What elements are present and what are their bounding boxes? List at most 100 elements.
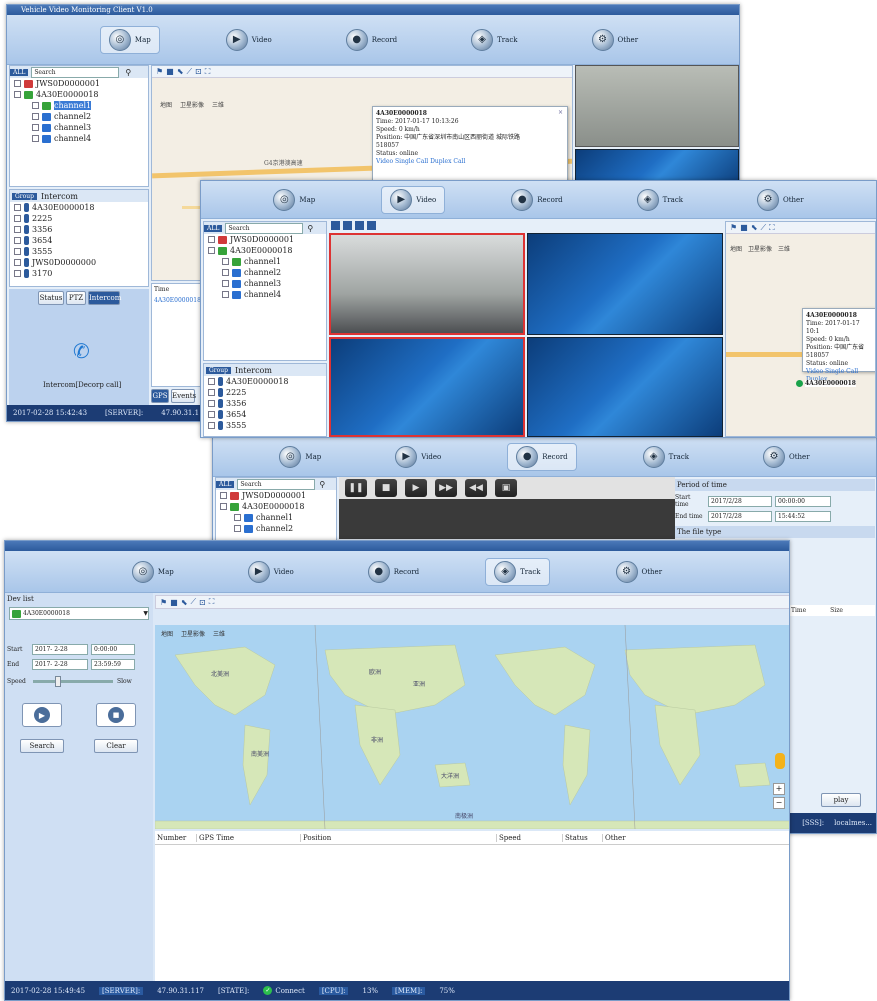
nav-record-button[interactable]: ● Record — [360, 558, 427, 586]
nav-map-button[interactable]: ◎ Map — [271, 443, 329, 471]
pause-icon[interactable]: ❚❚ — [345, 479, 367, 497]
draw-line-icon[interactable]: ⟋ — [190, 597, 196, 607]
map-type-tab[interactable]: 卫星影像 — [748, 244, 772, 253]
events-tab[interactable]: Events — [171, 389, 196, 403]
nav-track-button[interactable]: ◈ Track — [485, 557, 550, 586]
nav-other-button[interactable]: ⚙ Other — [755, 443, 818, 471]
nav-track-button[interactable]: ◈ Track — [629, 186, 691, 214]
nav-video-button[interactable]: ▶ Video — [381, 185, 446, 214]
tree-item[interactable]: channel4 — [10, 133, 148, 144]
list-item[interactable]: 3555 — [10, 246, 148, 257]
group-tab[interactable]: Group — [12, 192, 37, 200]
nav-other-button[interactable]: ⚙ Other — [749, 186, 812, 214]
video-cell[interactable] — [329, 233, 525, 335]
stop-icon[interactable]: ■ — [166, 67, 174, 76]
fullscreen-icon[interactable]: ⛶ — [769, 223, 775, 233]
tree-item[interactable]: channel1 — [216, 512, 336, 523]
search-icon[interactable]: ⚲ — [307, 224, 313, 233]
play-button[interactable]: play — [821, 793, 861, 807]
zoom-out-icon[interactable]: − — [773, 797, 785, 809]
all-tab[interactable]: ALL — [204, 224, 223, 232]
nav-record-button[interactable]: ● Record — [338, 26, 405, 54]
search-icon[interactable]: ⚲ — [125, 68, 131, 77]
start-time-field[interactable]: 0:00:00 — [91, 644, 135, 655]
play-icon[interactable]: ▶ — [405, 479, 427, 497]
layout-1-icon[interactable] — [331, 221, 340, 230]
start-date-field[interactable]: 2017- 2-28 — [32, 644, 88, 655]
flag-icon[interactable]: ⚑ — [156, 67, 163, 76]
cursor-icon[interactable]: ⬉ — [751, 223, 758, 232]
search-icon[interactable]: ⚲ — [319, 480, 325, 489]
clear-button[interactable]: Clear — [94, 739, 138, 753]
device-select[interactable]: 4A30E0000018 — [23, 610, 141, 617]
all-tab[interactable]: ALL — [10, 68, 29, 76]
list-item[interactable]: 4A30E0000018 — [204, 376, 326, 387]
stop-icon[interactable]: ■ — [170, 598, 178, 607]
flag-icon[interactable]: ⚑ — [160, 598, 167, 607]
end-date-field[interactable]: 2017/2/28 — [708, 511, 772, 522]
measure-icon[interactable]: ⊡ — [195, 67, 202, 76]
map-type-tab[interactable]: 地图 — [730, 244, 742, 253]
nav-map-button[interactable]: ◎ Map — [265, 186, 323, 214]
tree-item[interactable]: channel2 — [10, 111, 148, 122]
start-time-field[interactable]: 00:00:00 — [775, 495, 831, 507]
layout-16-icon[interactable] — [367, 221, 376, 230]
tree-item[interactable]: channel3 — [10, 122, 148, 133]
list-item[interactable]: 3654 — [10, 235, 148, 246]
zoom-in-icon[interactable]: + — [773, 783, 785, 795]
flag-icon[interactable]: ⚑ — [730, 223, 737, 232]
list-item[interactable]: 2225 — [204, 387, 326, 398]
draw-line-icon[interactable]: ⟋ — [760, 223, 766, 233]
layout-9-icon[interactable] — [355, 221, 364, 230]
vehicle-marker[interactable]: 4A30E0000018 — [796, 380, 856, 387]
tree-item[interactable]: channel3 — [204, 278, 326, 289]
status-tab[interactable]: Status — [38, 291, 64, 305]
nav-map-button[interactable]: ◎ Map — [124, 558, 182, 586]
nav-other-button[interactable]: ⚙ Other — [608, 558, 671, 586]
search-input[interactable]: Search — [31, 66, 120, 78]
video-cell[interactable] — [329, 337, 525, 437]
play-track-button[interactable]: ▶ — [22, 703, 62, 727]
list-item[interactable]: 3654 — [204, 409, 326, 420]
tree-item[interactable]: channel2 — [204, 267, 326, 278]
nav-track-button[interactable]: ◈ Track — [463, 26, 525, 54]
measure-icon[interactable]: ⊡ — [199, 598, 206, 607]
nav-other-button[interactable]: ⚙ Other — [584, 26, 647, 54]
pegman-icon[interactable] — [775, 753, 785, 769]
cursor-icon[interactable]: ⬉ — [177, 67, 184, 76]
nav-video-button[interactable]: ▶ Video — [387, 443, 449, 471]
search-input[interactable]: Search — [237, 478, 316, 490]
start-date-field[interactable]: 2017/2/28 — [708, 495, 772, 507]
list-item[interactable]: 3170 — [10, 268, 148, 279]
ptz-tab[interactable]: PTZ — [66, 291, 86, 305]
end-time-field[interactable]: 23:59:59 — [91, 659, 135, 670]
fullscreen-icon[interactable]: ⛶ — [209, 597, 215, 607]
tree-item[interactable]: channel1 — [10, 100, 148, 111]
rewind-icon[interactable]: ◀◀ — [465, 479, 487, 497]
search-button[interactable]: Search — [20, 739, 64, 753]
slider-thumb[interactable] — [55, 676, 61, 687]
search-input[interactable]: Search — [225, 222, 304, 234]
list-item[interactable]: 3356 — [204, 398, 326, 409]
tree-item[interactable]: 4A30E0000018 — [216, 501, 336, 512]
layout-4-icon[interactable] — [343, 221, 352, 230]
tree-item[interactable]: JWS0D0000001 — [204, 234, 326, 245]
video-preview-1[interactable] — [575, 65, 739, 147]
draw-line-icon[interactable]: ⟋ — [186, 67, 192, 77]
intercom-tab[interactable]: Intercom — [235, 366, 272, 375]
tree-item[interactable]: channel2 — [216, 523, 336, 534]
fullscreen-icon[interactable]: ⛶ — [205, 67, 211, 77]
list-item[interactable]: 3555 — [204, 420, 326, 431]
list-item[interactable]: JWS0D0000000 — [10, 257, 148, 268]
popup-links[interactable]: Video Single Call Duplex Call — [376, 158, 564, 166]
map-view[interactable]: ⚑ ■ ⬉ ⟋ ⛶ 地图 卫星影像 三维 4A30E0000018 Time: … — [725, 221, 876, 437]
stop-icon[interactable]: ■ — [740, 223, 748, 232]
video-cell[interactable] — [527, 233, 723, 335]
map-type-tab[interactable]: 三维 — [212, 100, 224, 109]
intercom-tab[interactable]: Intercom — [88, 291, 121, 305]
map-type-tab[interactable]: 地图 — [160, 100, 172, 109]
map-type-tab[interactable]: 三维 — [778, 244, 790, 253]
nav-record-button[interactable]: ● Record — [507, 442, 577, 471]
speed-slider[interactable] — [33, 676, 113, 687]
video-cell[interactable] — [527, 337, 723, 437]
